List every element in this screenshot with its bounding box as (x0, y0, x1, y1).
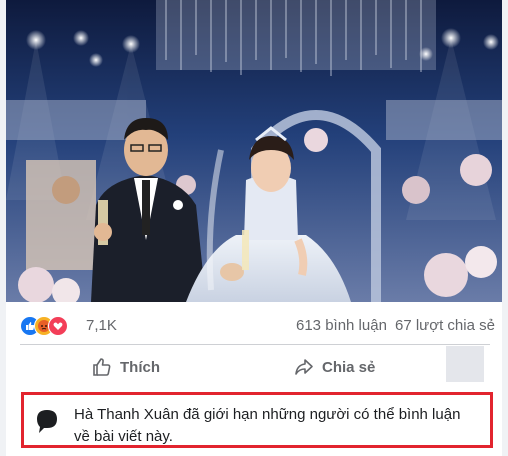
like-button-label: Thích (120, 358, 160, 376)
comment-restriction-notice: Hà Thanh Xuân đã giới hạn những người có… (21, 392, 493, 448)
share-count[interactable]: 67 lượt chia sẻ (395, 316, 495, 336)
post-card: 7,1K 613 bình luận 67 lượt chia sẻ Thích… (6, 0, 502, 456)
wedding-photo-icon (6, 0, 502, 302)
thumbs-up-icon (93, 358, 111, 376)
comment-restriction-text: Hà Thanh Xuân đã giới hạn những người có… (74, 406, 461, 445)
comment-count[interactable]: 613 bình luận (296, 316, 387, 336)
post-photo[interactable] (6, 0, 502, 302)
share-button-label: Chia sẻ (322, 358, 376, 376)
share-button[interactable]: Chia sẻ (294, 352, 375, 382)
post-stats: 7,1K 613 bình luận 67 lượt chia sẻ (6, 305, 502, 345)
speech-bubble-icon (37, 410, 57, 433)
reaction-count[interactable]: 7,1K (86, 316, 117, 336)
like-button[interactable]: Thích (92, 352, 160, 382)
love-icon (48, 316, 68, 336)
divider (20, 344, 490, 345)
share-arrow-icon (295, 359, 313, 375)
actor-selector-avatar[interactable] (446, 346, 484, 382)
